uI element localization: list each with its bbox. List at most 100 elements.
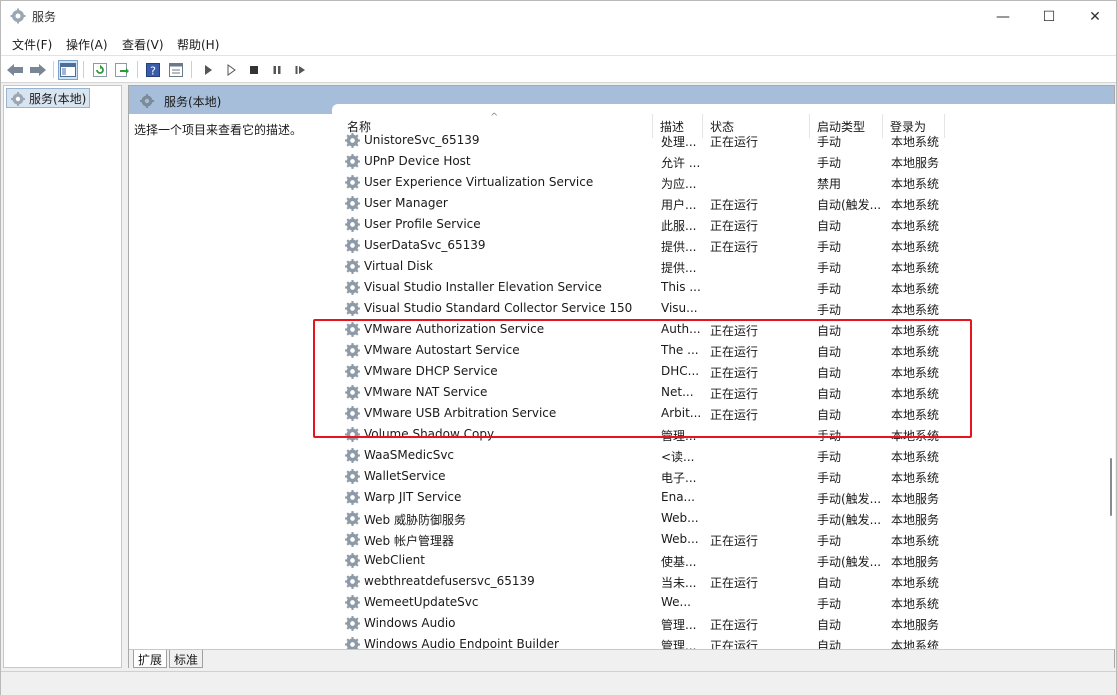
- service-description: The ...: [661, 343, 699, 357]
- service-description: 提供...: [661, 240, 697, 254]
- show-tree-button[interactable]: [58, 60, 78, 80]
- service-startup-type: 手动: [817, 156, 842, 170]
- service-row[interactable]: Windows Audio Endpoint Builder 管理... 正在运行 自…: [332, 634, 1107, 649]
- service-startup-type: 手动: [817, 261, 842, 275]
- tree-item-services-local[interactable]: 服务(本地): [6, 88, 91, 108]
- minimize-button[interactable]: —: [980, 1, 1026, 32]
- service-row[interactable]: WalletService 电子... 手动 本地系统: [332, 466, 1107, 487]
- service-row[interactable]: VMware Authorization Service Auth... 正在运行 自…: [332, 319, 1107, 340]
- service-row[interactable]: Windows Audio 管理... 正在运行 自动 本地服务: [332, 613, 1107, 634]
- service-row[interactable]: webthreatdefusersvc_65139 当未... 正在运行 自动 本地系统: [332, 571, 1107, 592]
- service-row[interactable]: WebClient 使基... 手动(触发... 本地服务: [332, 550, 1107, 571]
- service-row[interactable]: User Experience Virtualization Service 为应…: [332, 172, 1107, 193]
- service-row[interactable]: Volume Shadow Copy 管理... 手动 本地系统: [332, 424, 1107, 445]
- service-gear-icon: [344, 216, 361, 236]
- restart-service-button[interactable]: [290, 60, 310, 80]
- service-row[interactable]: UnistoreSvc_65139 处理... 正在运行 手动 本地系统: [332, 130, 1107, 151]
- service-status: 正在运行: [710, 198, 759, 212]
- service-gear-icon: [344, 510, 361, 530]
- service-startup-type: 手动: [817, 597, 842, 611]
- tab-standard[interactable]: 标准: [169, 650, 204, 668]
- service-startup-type: 手动: [817, 429, 842, 443]
- refresh-button[interactable]: [90, 60, 110, 80]
- scrollbar-thumb[interactable]: [1110, 458, 1112, 516]
- close-button[interactable]: ✕: [1072, 1, 1117, 32]
- service-row[interactable]: UserDataSvc_65139 提供... 正在运行 手动 本地系统: [332, 235, 1107, 256]
- status-bar: [1, 671, 1116, 695]
- stop-icon: [250, 66, 258, 74]
- menu-view[interactable]: 查看(V): [122, 36, 164, 53]
- back-button[interactable]: [5, 60, 25, 80]
- stop-service-button[interactable]: [244, 60, 264, 80]
- service-name: Windows Audio: [364, 616, 456, 630]
- service-row[interactable]: Warp JIT Service Ena... 手动(触发... 本地服务: [332, 487, 1107, 508]
- service-name: UPnP Device Host: [364, 154, 471, 168]
- service-row[interactable]: VMware Autostart Service The ... 正在运行 自动 本地系…: [332, 340, 1107, 361]
- service-description: Auth...: [661, 322, 701, 336]
- vertical-scrollbar[interactable]: [1107, 104, 1115, 649]
- service-row[interactable]: VMware DHCP Service DHC... 正在运行 自动 本地系统: [332, 361, 1107, 382]
- service-gear-icon: [344, 552, 361, 572]
- service-log-on-as: 本地系统: [891, 639, 940, 649]
- minimize-icon: —: [996, 8, 1010, 25]
- service-name: Windows Audio Endpoint Builder: [364, 637, 559, 649]
- refresh-icon: [93, 63, 107, 77]
- service-row[interactable]: VMware USB Arbitration Service Arbit... 正在…: [332, 403, 1107, 424]
- service-row[interactable]: Web 威胁防御服务 Web... 手动(触发... 本地服务: [332, 508, 1107, 529]
- service-status: 正在运行: [710, 639, 759, 649]
- service-name: UnistoreSvc_65139: [364, 133, 480, 147]
- maximize-button[interactable]: ☐: [1026, 1, 1072, 32]
- service-log-on-as: 本地服务: [891, 513, 940, 527]
- service-row[interactable]: User Manager 用户... 正在运行 自动(触发... 本地系统: [332, 193, 1107, 214]
- service-description: 电子...: [661, 471, 697, 485]
- properties-button[interactable]: [166, 60, 186, 80]
- services-gear-icon: [10, 8, 26, 24]
- service-startup-type: 自动: [817, 345, 842, 359]
- service-startup-type: 手动: [817, 450, 842, 464]
- service-startup-type: 手动(触发...: [817, 513, 882, 527]
- service-startup-type: 自动: [817, 219, 842, 233]
- back-arrow-icon: [7, 64, 23, 76]
- service-description: This ...: [661, 280, 701, 294]
- service-row[interactable]: Web 帐户管理器 Web... 正在运行 手动 本地系统: [332, 529, 1107, 550]
- service-row[interactable]: WaaSMedicSvc <读... 手动 本地系统: [332, 445, 1107, 466]
- service-startup-type: 自动: [817, 639, 842, 649]
- service-row[interactable]: WemeetUpdateSvc We... 手动 本地系统: [332, 592, 1107, 613]
- help-button[interactable]: ?: [143, 60, 163, 80]
- service-description: 管理...: [661, 618, 697, 632]
- service-log-on-as: 本地服务: [891, 618, 940, 632]
- services-list: ^ 名称 描述 状态 启动类型 登录为 UnistoreSvc_65139 处理.…: [332, 104, 1107, 649]
- menu-file[interactable]: 文件(F): [12, 36, 52, 53]
- service-row[interactable]: Visual Studio Installer Elevation Servic…: [332, 277, 1107, 298]
- service-name: Web 威胁防御服务: [364, 513, 466, 527]
- forward-button[interactable]: [28, 60, 48, 80]
- service-row[interactable]: UPnP Device Host 允许 ... 手动 本地服务: [332, 151, 1107, 172]
- service-description: <读...: [661, 450, 695, 464]
- service-row[interactable]: Visual Studio Standard Collector Service…: [332, 298, 1107, 319]
- service-startup-type: 禁用: [817, 177, 842, 191]
- start-service-alt-button[interactable]: [221, 60, 241, 80]
- pause-service-button[interactable]: [267, 60, 287, 80]
- start-service-button[interactable]: [198, 60, 218, 80]
- service-gear-icon: [344, 279, 361, 299]
- service-name: VMware Autostart Service: [364, 343, 520, 357]
- tab-extended[interactable]: 扩展: [133, 650, 168, 668]
- menu-action[interactable]: 操作(A): [66, 36, 108, 53]
- service-row[interactable]: User Profile Service 此服... 正在运行 自动 本地系统: [332, 214, 1107, 235]
- service-log-on-as: 本地系统: [891, 177, 940, 191]
- service-startup-type: 自动: [817, 324, 842, 338]
- service-description: 允许 ...: [661, 156, 701, 170]
- service-row[interactable]: VMware NAT Service Net... 正在运行 自动 本地系统: [332, 382, 1107, 403]
- service-description: 处理...: [661, 135, 697, 149]
- service-name: WalletService: [364, 469, 446, 483]
- service-log-on-as: 本地系统: [891, 324, 940, 338]
- menu-help[interactable]: 帮助(H): [177, 36, 219, 53]
- service-gear-icon: [344, 300, 361, 320]
- service-description: 管理...: [661, 429, 697, 443]
- play-outline-icon: [227, 64, 236, 76]
- service-log-on-as: 本地系统: [891, 534, 940, 548]
- svg-text:?: ?: [150, 65, 156, 78]
- export-list-button[interactable]: [112, 60, 132, 80]
- view-tabs: 扩展 标准: [129, 649, 1114, 668]
- service-row[interactable]: Virtual Disk 提供... 手动 本地系统: [332, 256, 1107, 277]
